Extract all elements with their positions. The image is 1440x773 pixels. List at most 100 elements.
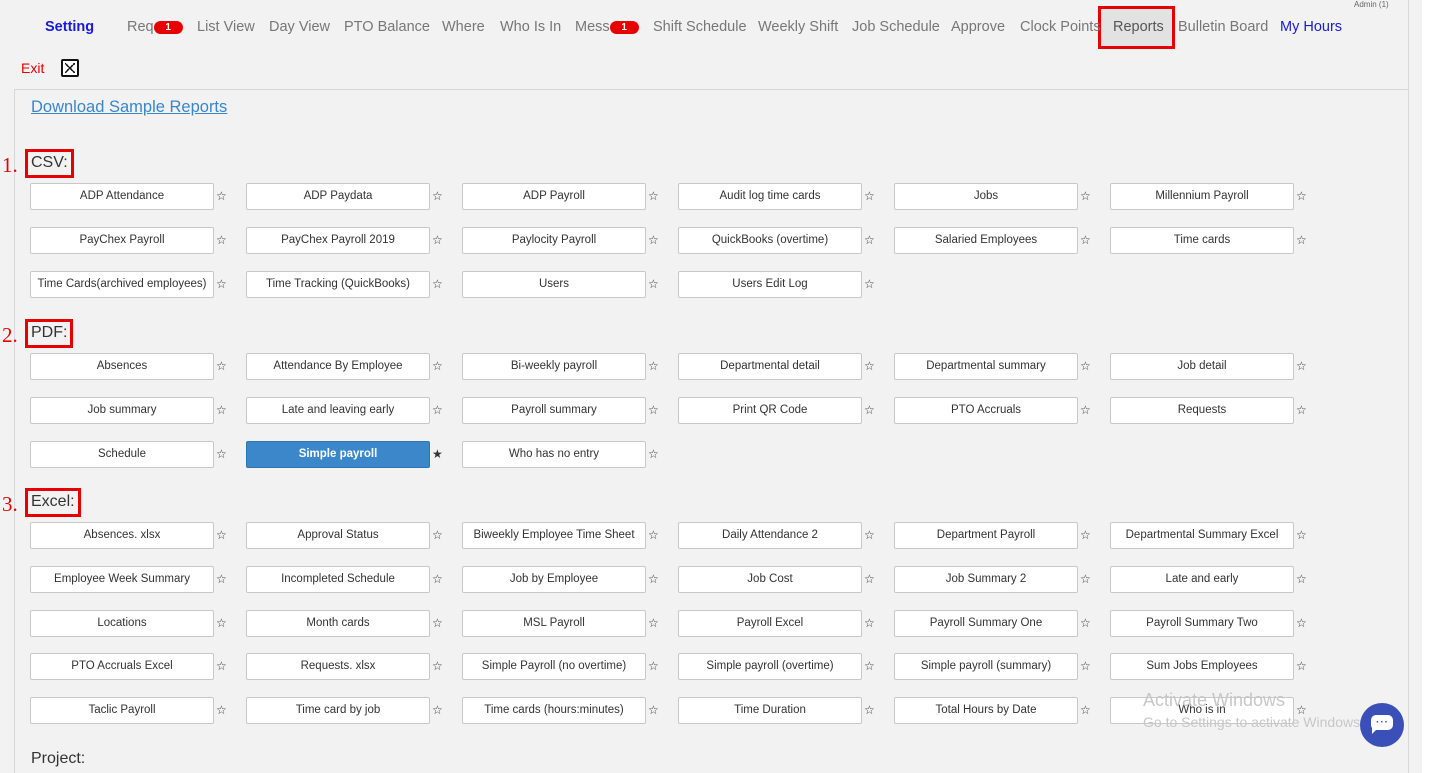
favorite-star-icon[interactable]: ☆ (648, 703, 659, 717)
favorite-star-icon[interactable]: ☆ (216, 277, 227, 291)
favorite-star-icon[interactable]: ☆ (432, 703, 443, 717)
report-button[interactable]: Schedule (30, 441, 214, 468)
favorite-star-icon[interactable]: ☆ (216, 233, 227, 247)
favorite-star-icon[interactable]: ☆ (1296, 528, 1307, 542)
report-button[interactable]: Time cards (hours:minutes) (462, 697, 646, 724)
favorite-star-icon[interactable]: ☆ (864, 616, 875, 630)
report-button[interactable]: Users (462, 271, 646, 298)
scrollbar-track[interactable] (1422, 0, 1440, 773)
nav-requests[interactable]: Req 1 (127, 19, 183, 35)
report-button[interactable]: PTO Accruals (894, 397, 1078, 424)
nav-who-is-in[interactable]: Who Is In (500, 19, 561, 35)
report-button[interactable]: Simple payroll (overtime) (678, 653, 862, 680)
nav-list-view[interactable]: List View (197, 19, 255, 35)
favorite-star-icon[interactable]: ☆ (648, 359, 659, 373)
nav-pto-balance[interactable]: PTO Balance (344, 19, 430, 35)
report-button[interactable]: Requests. xlsx (246, 653, 430, 680)
report-button[interactable]: Departmental Summary Excel (1110, 522, 1294, 549)
report-button[interactable]: Total Hours by Date (894, 697, 1078, 724)
report-button[interactable]: Incompleted Schedule (246, 566, 430, 593)
favorite-star-icon[interactable]: ☆ (1080, 189, 1091, 203)
favorite-star-icon[interactable]: ☆ (216, 447, 227, 461)
report-button[interactable]: Month cards (246, 610, 430, 637)
favorite-star-icon[interactable]: ☆ (648, 447, 659, 461)
exit-link[interactable]: Exit (21, 60, 44, 76)
report-button[interactable]: ADP Attendance (30, 183, 214, 210)
report-button[interactable]: Absences. xlsx (30, 522, 214, 549)
favorite-star-icon[interactable]: ☆ (432, 572, 443, 586)
report-button[interactable]: Daily Attendance 2 (678, 522, 862, 549)
report-button[interactable]: Time Tracking (QuickBooks) (246, 271, 430, 298)
favorite-star-icon[interactable]: ☆ (432, 359, 443, 373)
report-button[interactable]: PTO Accruals Excel (30, 653, 214, 680)
download-sample-reports-link[interactable]: Download Sample Reports (31, 98, 227, 117)
nav-bulletin-board[interactable]: Bulletin Board (1178, 19, 1268, 35)
fullscreen-icon[interactable] (61, 59, 79, 77)
nav-reports[interactable]: Reports (1113, 19, 1164, 35)
favorite-star-icon[interactable]: ☆ (864, 277, 875, 291)
favorite-star-icon[interactable]: ☆ (432, 233, 443, 247)
report-button[interactable]: Paylocity Payroll (462, 227, 646, 254)
report-button[interactable]: Bi-weekly payroll (462, 353, 646, 380)
report-button[interactable]: Employee Week Summary (30, 566, 214, 593)
nav-job-schedule[interactable]: Job Schedule (852, 19, 940, 35)
favorite-star-icon[interactable]: ☆ (648, 659, 659, 673)
favorite-star-icon[interactable]: ☆ (216, 659, 227, 673)
favorite-star-icon[interactable]: ☆ (1080, 616, 1091, 630)
favorite-star-icon[interactable]: ☆ (1080, 528, 1091, 542)
favorite-star-icon[interactable]: ☆ (864, 703, 875, 717)
favorite-star-icon[interactable]: ☆ (216, 616, 227, 630)
favorite-star-icon[interactable]: ☆ (864, 359, 875, 373)
favorite-star-icon[interactable]: ☆ (432, 659, 443, 673)
favorite-star-icon[interactable]: ☆ (1296, 572, 1307, 586)
report-button[interactable]: Departmental detail (678, 353, 862, 380)
report-button[interactable]: Absences (30, 353, 214, 380)
favorite-star-icon[interactable]: ☆ (648, 528, 659, 542)
favorite-star-icon[interactable]: ☆ (1080, 233, 1091, 247)
nav-day-view[interactable]: Day View (269, 19, 330, 35)
nav-clock-points[interactable]: Clock Points (1020, 19, 1101, 35)
favorite-star-icon[interactable]: ☆ (1296, 359, 1307, 373)
report-button[interactable]: Audit log time cards (678, 183, 862, 210)
report-button[interactable]: Payroll Summary One (894, 610, 1078, 637)
favorite-star-icon[interactable]: ☆ (216, 403, 227, 417)
report-button[interactable]: Job detail (1110, 353, 1294, 380)
report-button[interactable]: Job Summary 2 (894, 566, 1078, 593)
report-button[interactable]: Users Edit Log (678, 271, 862, 298)
report-button[interactable]: PayChex Payroll 2019 (246, 227, 430, 254)
report-button[interactable]: Job summary (30, 397, 214, 424)
favorite-star-icon[interactable]: ☆ (864, 528, 875, 542)
favorite-star-icon[interactable]: ☆ (648, 233, 659, 247)
favorite-star-icon[interactable]: ☆ (432, 189, 443, 203)
favorite-star-icon[interactable]: ☆ (1080, 572, 1091, 586)
report-button[interactable]: Simple payroll (summary) (894, 653, 1078, 680)
nav-shift-schedule[interactable]: Shift Schedule (653, 19, 747, 35)
favorite-star-icon[interactable]: ☆ (1296, 659, 1307, 673)
report-button[interactable]: Approval Status (246, 522, 430, 549)
report-button[interactable]: Biweekly Employee Time Sheet (462, 522, 646, 549)
report-button[interactable]: Print QR Code (678, 397, 862, 424)
favorite-star-icon[interactable]: ☆ (216, 359, 227, 373)
nav-where[interactable]: Where (442, 19, 485, 35)
favorite-star-icon[interactable]: ☆ (648, 572, 659, 586)
favorite-star-icon[interactable]: ☆ (864, 572, 875, 586)
favorite-star-icon[interactable]: ☆ (864, 659, 875, 673)
favorite-star-icon[interactable]: ☆ (1080, 359, 1091, 373)
report-button[interactable]: Time Cards(archived employees) (30, 271, 214, 298)
report-button[interactable]: QuickBooks (overtime) (678, 227, 862, 254)
nav-approve[interactable]: Approve (951, 19, 1005, 35)
favorite-star-icon[interactable]: ☆ (1296, 616, 1307, 630)
report-button[interactable]: Time cards (1110, 227, 1294, 254)
favorite-star-icon[interactable]: ☆ (1296, 403, 1307, 417)
favorite-star-icon[interactable]: ☆ (864, 233, 875, 247)
report-button[interactable]: Job Cost (678, 566, 862, 593)
favorite-star-filled-icon[interactable]: ★ (432, 447, 443, 461)
favorite-star-icon[interactable]: ☆ (432, 403, 443, 417)
report-button[interactable]: Department Payroll (894, 522, 1078, 549)
report-button[interactable]: ADP Paydata (246, 183, 430, 210)
favorite-star-icon[interactable]: ☆ (648, 277, 659, 291)
report-button[interactable]: Payroll Summary Two (1110, 610, 1294, 637)
report-button[interactable]: Salaried Employees (894, 227, 1078, 254)
favorite-star-icon[interactable]: ☆ (216, 572, 227, 586)
report-button[interactable]: Late and early (1110, 566, 1294, 593)
